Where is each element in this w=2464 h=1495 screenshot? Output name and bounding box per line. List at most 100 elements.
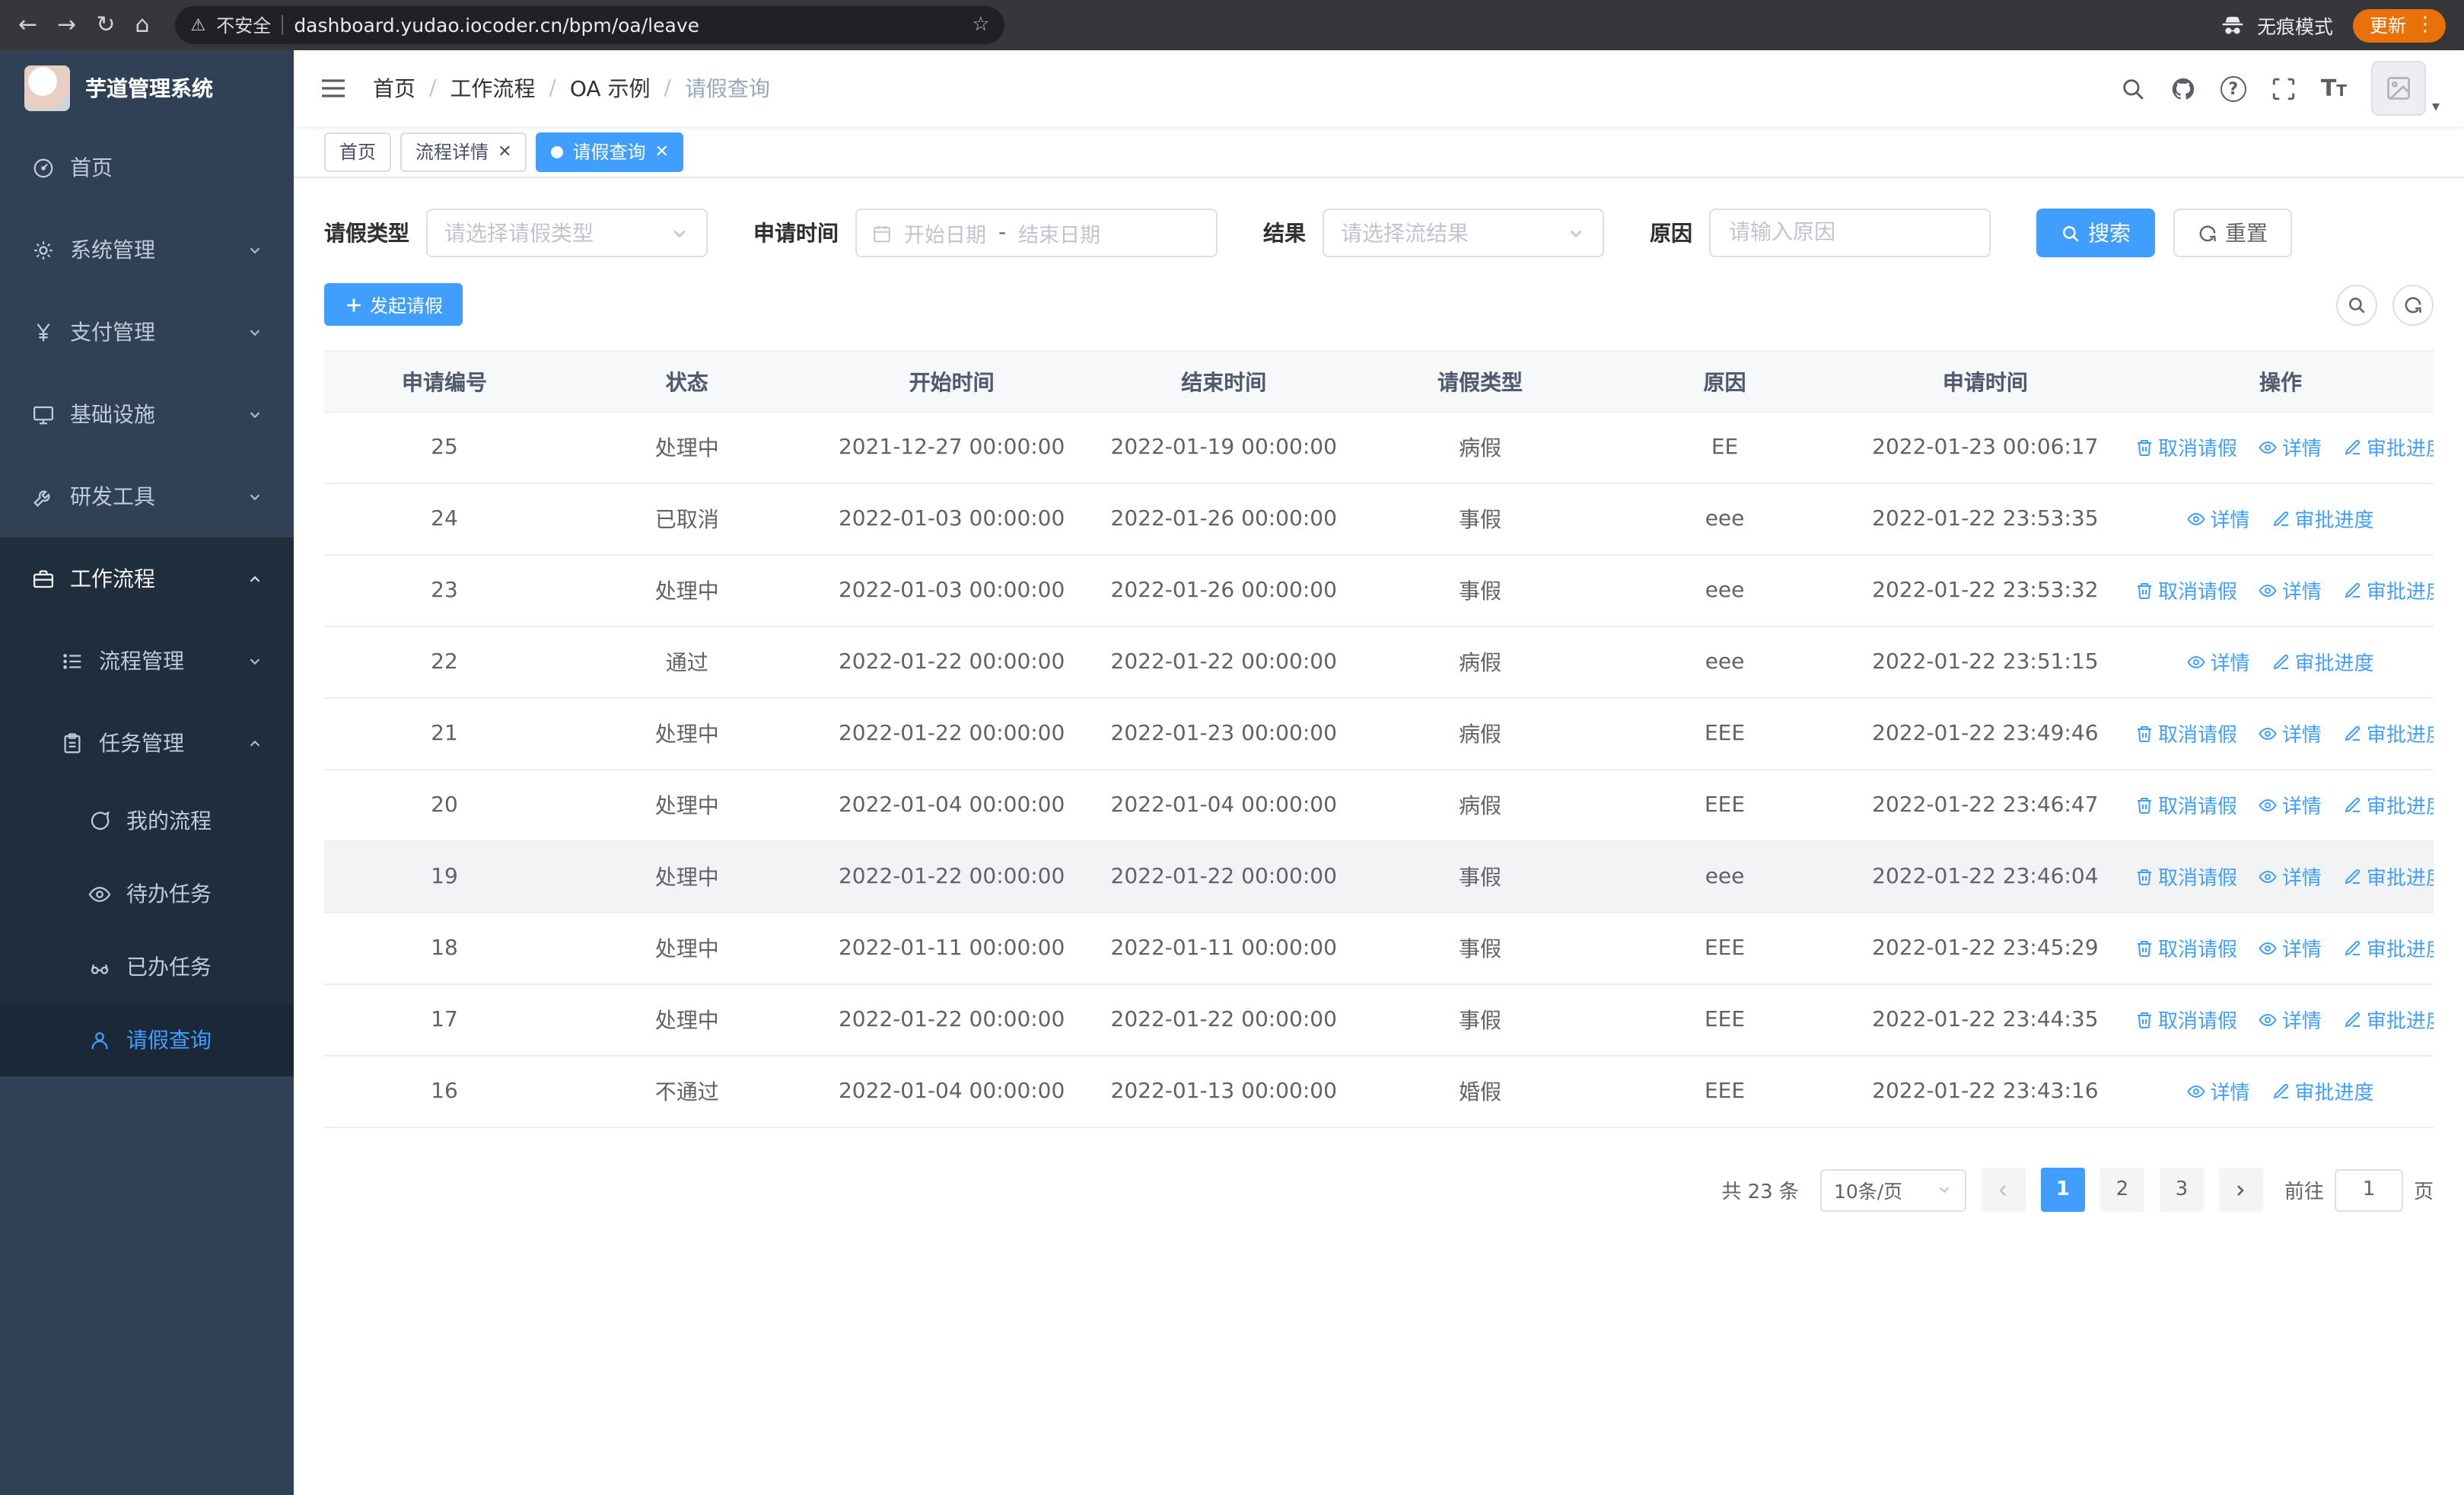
detail-link[interactable]: 详情	[2259, 791, 2322, 820]
edit-pen-icon	[2345, 439, 2360, 454]
sidebar-item-done-tasks[interactable]: 已办任务	[0, 930, 294, 1003]
breadcrumb: 首页 / 工作流程 / OA 示例 / 请假查询	[373, 73, 770, 104]
update-button[interactable]: 更新 ⋮	[2352, 8, 2446, 42]
next-page-button[interactable]	[2218, 1168, 2263, 1212]
search-button[interactable]: 搜索	[2036, 209, 2155, 257]
page-size-select[interactable]: 10条/页	[1819, 1168, 1966, 1211]
breadcrumb-current: 请假查询	[684, 78, 770, 102]
apply-time-range-picker[interactable]: 开始日期 - 结束日期	[855, 209, 1218, 257]
cell-applied-time: 2022-01-22 23:51:15	[1842, 626, 2128, 699]
user-menu[interactable]: ▾	[2370, 61, 2440, 116]
approval-progress-link[interactable]: 审批进度	[2344, 433, 2434, 462]
wrench-icon	[33, 489, 50, 506]
create-leave-button[interactable]: 发起请假	[324, 283, 463, 326]
fullscreen-icon[interactable]	[2271, 75, 2297, 101]
monitor-icon	[33, 405, 53, 424]
col-actions: 操作	[2127, 350, 2434, 413]
detail-link[interactable]: 详情	[2259, 719, 2322, 748]
url-text[interactable]: dashboard.yudao.iocoder.cn/bpm/oa/leave	[294, 14, 961, 37]
tab-process-detail[interactable]: 流程详情 ✕	[400, 132, 527, 171]
logo[interactable]: 芋道管理系统	[0, 50, 294, 126]
font-size-icon[interactable]: TT	[2321, 75, 2347, 102]
reset-button[interactable]: 重置	[2173, 209, 2292, 257]
approval-progress-link[interactable]: 审批进度	[2344, 1006, 2434, 1034]
close-icon[interactable]: ✕	[655, 143, 669, 160]
approval-progress-link[interactable]: 审批进度	[2271, 1077, 2373, 1106]
address-bar[interactable]: ⚠ 不安全 dashboard.yudao.iocoder.cn/bpm/oa/…	[175, 6, 1005, 44]
cancel-leave-link[interactable]: 取消请假	[2135, 862, 2237, 891]
approval-progress-link[interactable]: 审批进度	[2344, 934, 2434, 963]
detail-link[interactable]: 详情	[2259, 1006, 2322, 1034]
reason-input[interactable]	[1709, 209, 1991, 257]
cancel-leave-link[interactable]: 取消请假	[2135, 433, 2237, 462]
hamburger-icon[interactable]	[318, 73, 349, 104]
sidebar-item-devtools[interactable]: 研发工具	[0, 455, 294, 537]
table-row: 21 处理中 2022-01-22 00:00:00 2022-01-23 00…	[324, 698, 2434, 770]
eye-icon	[2259, 942, 2278, 955]
security-label[interactable]: 不安全	[216, 12, 271, 38]
cell-start-time: 2021-12-27 00:00:00	[809, 412, 1094, 484]
home-icon[interactable]: ⌂	[135, 13, 149, 37]
toggle-search-button[interactable]	[2336, 284, 2377, 325]
page-button-2[interactable]: 2	[2099, 1168, 2144, 1212]
reload-icon[interactable]: ↻	[96, 13, 115, 37]
cell-end-time: 2022-01-04 00:00:00	[1094, 770, 1354, 842]
goto-page-input[interactable]	[2334, 1168, 2403, 1211]
page-button-1[interactable]: 1	[2040, 1168, 2085, 1212]
sidebar-item-home[interactable]: 首页	[0, 126, 294, 209]
approval-progress-link[interactable]: 审批进度	[2271, 648, 2373, 677]
refresh-table-button[interactable]	[2392, 284, 2434, 325]
cancel-leave-link[interactable]: 取消请假	[2135, 1006, 2237, 1034]
tab-leave-query[interactable]: 请假查询 ✕	[536, 132, 684, 171]
breadcrumb-item[interactable]: 工作流程	[450, 73, 535, 104]
detail-link[interactable]: 详情	[2259, 433, 2322, 462]
github-icon[interactable]	[2170, 75, 2196, 101]
close-icon[interactable]: ✕	[498, 143, 511, 160]
detail-link[interactable]: 详情	[2187, 505, 2250, 534]
breadcrumb-item[interactable]: 首页	[373, 73, 415, 104]
approval-progress-link[interactable]: 审批进度	[2271, 505, 2373, 534]
cell-end-time: 2022-01-22 00:00:00	[1094, 984, 1354, 1057]
detail-link[interactable]: 详情	[2259, 862, 2322, 891]
detail-link[interactable]: 详情	[2259, 576, 2322, 605]
help-icon[interactable]: ?	[2220, 75, 2246, 101]
detail-link[interactable]: 详情	[2259, 934, 2322, 963]
back-icon[interactable]: ←	[18, 13, 37, 37]
cancel-leave-link[interactable]: 取消请假	[2135, 576, 2237, 605]
chevron-down-icon	[250, 329, 260, 336]
approval-progress-link[interactable]: 审批进度	[2344, 791, 2434, 820]
forward-icon[interactable]: →	[57, 13, 76, 37]
eye-icon	[2259, 870, 2278, 883]
tab-home[interactable]: 首页	[324, 132, 392, 171]
browser-menu-kebab-icon[interactable]: ⋮	[2415, 14, 2435, 37]
sidebar-item-leave-query[interactable]: 请假查询	[0, 1003, 294, 1076]
sidebar-item-task-mgmt[interactable]: 任务管理	[0, 702, 294, 784]
detail-link[interactable]: 详情	[2187, 648, 2250, 677]
sidebar-item-my-process[interactable]: 我的流程	[0, 784, 294, 857]
cell-applied-time: 2022-01-22 23:45:29	[1842, 913, 2128, 985]
approval-progress-link[interactable]: 审批进度	[2344, 862, 2434, 891]
breadcrumb-item[interactable]: OA 示例	[570, 73, 651, 104]
sidebar-item-todo-tasks[interactable]: 待办任务	[0, 857, 294, 930]
leave-type-select[interactable]: 请选择请假类型	[426, 209, 708, 257]
page-button-3[interactable]: 3	[2159, 1168, 2204, 1212]
security-warning-icon[interactable]: ⚠	[191, 15, 206, 35]
sidebar-item-system[interactable]: 系统管理	[0, 209, 294, 291]
prev-page-button[interactable]	[1981, 1168, 2026, 1212]
sidebar-item-process-mgmt[interactable]: 流程管理	[0, 620, 294, 702]
sidebar-item-payment[interactable]: 支付管理	[0, 291, 294, 373]
cell-leave-type: 事假	[1353, 555, 1607, 627]
cancel-leave-link[interactable]: 取消请假	[2135, 719, 2237, 748]
result-select[interactable]: 请选择流结果	[1323, 209, 1604, 257]
approval-progress-link[interactable]: 审批进度	[2344, 576, 2434, 605]
sidebar-item-infra[interactable]: 基础设施	[0, 373, 294, 455]
sidebar-item-workflow[interactable]: 工作流程	[0, 537, 294, 620]
detail-link[interactable]: 详情	[2187, 1077, 2250, 1106]
bookmark-star-icon[interactable]: ☆	[972, 14, 989, 37]
cancel-leave-link[interactable]: 取消请假	[2135, 934, 2237, 963]
cell-id: 22	[324, 626, 565, 699]
cell-end-time: 2022-01-13 00:00:00	[1094, 1056, 1354, 1128]
cancel-leave-link[interactable]: 取消请假	[2135, 791, 2237, 820]
search-icon[interactable]	[2120, 75, 2146, 101]
approval-progress-link[interactable]: 审批进度	[2344, 719, 2434, 748]
